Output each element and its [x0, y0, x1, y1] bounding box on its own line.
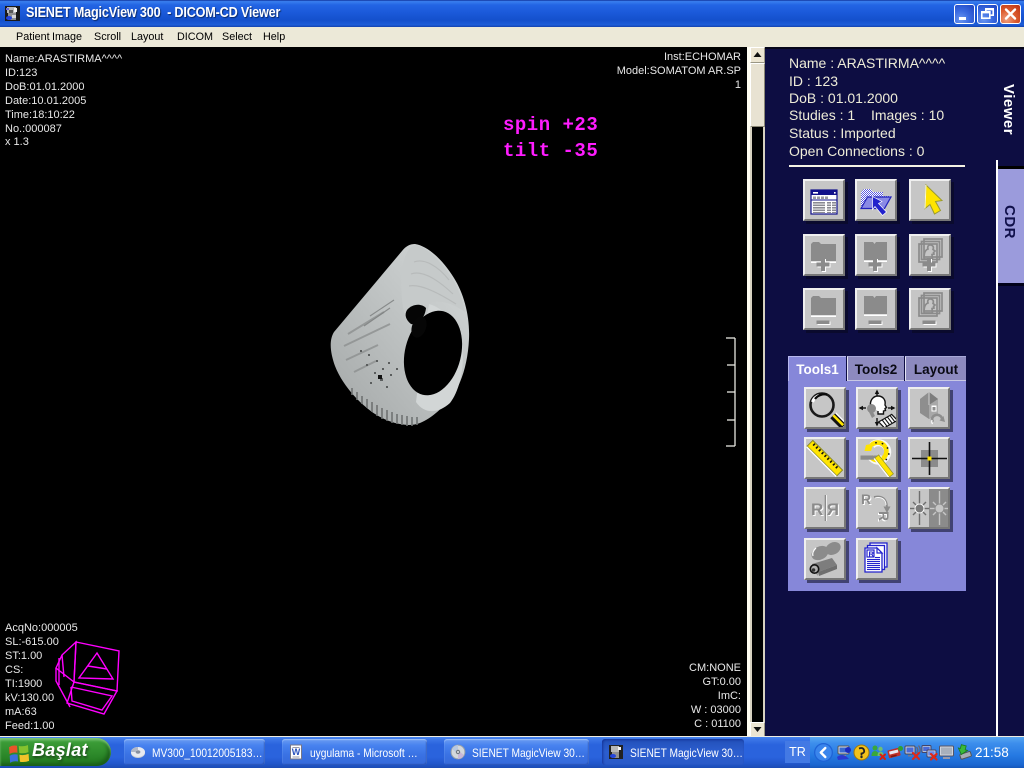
svg-text:R: R: [869, 550, 875, 559]
svg-text:R: R: [811, 500, 823, 519]
svg-text:R: R: [827, 500, 839, 519]
svg-text:W: W: [292, 747, 301, 757]
svg-text:R: R: [861, 491, 871, 507]
svg-text:R: R: [876, 511, 892, 521]
